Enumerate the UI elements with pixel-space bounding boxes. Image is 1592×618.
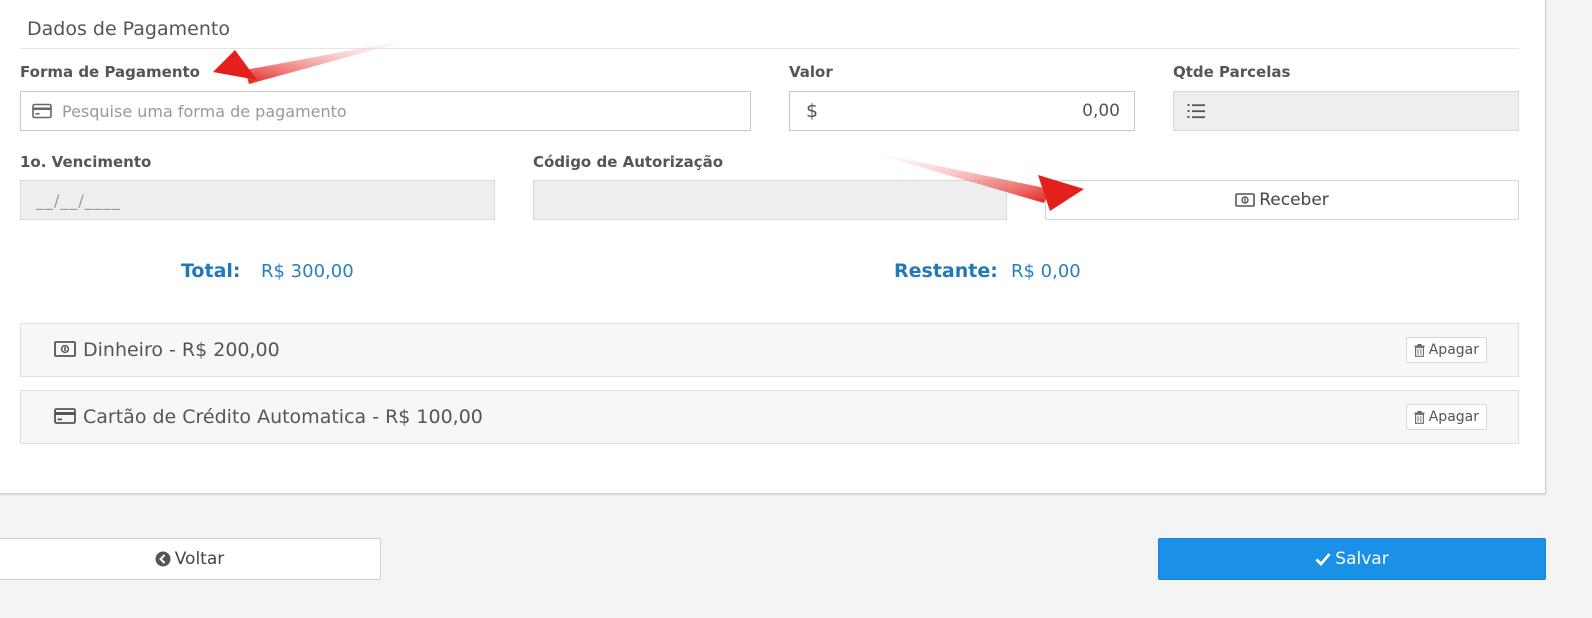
forma-pagamento-input[interactable]: Pesquise uma forma de pagamento — [20, 91, 751, 131]
delete-button[interactable]: Apagar — [1405, 404, 1487, 430]
trash-icon — [1414, 343, 1425, 357]
autorizacao-label: Código de Autorização — [533, 153, 724, 171]
voltar-button[interactable]: Voltar — [0, 538, 381, 580]
restante-value: R$ 0,00 — [1011, 261, 1081, 282]
delete-button[interactable]: Apagar — [1405, 337, 1487, 363]
parcelas-input[interactable] — [1173, 91, 1519, 131]
receber-button[interactable]: Receber — [1045, 180, 1519, 220]
valor-input[interactable]: $ 0,00 — [789, 91, 1135, 131]
money-icon — [54, 341, 76, 357]
check-icon — [1315, 552, 1331, 566]
payment-item-text: Dinheiro - R$ 200,00 — [83, 339, 280, 361]
vencimento-placeholder: __/__/____ — [36, 190, 121, 210]
trash-icon — [1414, 410, 1425, 424]
receber-label: Receber — [1259, 190, 1329, 210]
section-divider — [20, 48, 1519, 49]
payment-item-cartao: Cartão de Crédito Automatica - R$ 100,00… — [20, 390, 1519, 444]
vencimento-label: 1o. Vencimento — [20, 153, 152, 171]
payment-item-dinheiro: Dinheiro - R$ 200,00 Apagar — [20, 323, 1519, 377]
vencimento-input[interactable]: __/__/____ — [20, 180, 495, 220]
payment-item-text: Cartão de Crédito Automatica - R$ 100,00 — [83, 406, 483, 428]
restante-label: Restante: — [894, 260, 998, 282]
forma-pagamento-label: Forma de Pagamento — [20, 63, 200, 81]
valor-label: Valor — [789, 63, 833, 81]
delete-label: Apagar — [1428, 342, 1479, 358]
salvar-button[interactable]: Salvar — [1158, 538, 1546, 580]
credit-card-icon — [32, 103, 52, 119]
valor-value: 0,00 — [1082, 101, 1120, 121]
arrow-circle-left-icon — [155, 551, 171, 567]
autorizacao-input[interactable] — [533, 180, 1007, 220]
salvar-label: Salvar — [1335, 549, 1389, 569]
forma-pagamento-placeholder: Pesquise uma forma de pagamento — [62, 101, 347, 121]
currency-prefix: $ — [806, 100, 819, 122]
total-label: Total: — [181, 260, 241, 282]
total-value: R$ 300,00 — [261, 261, 354, 282]
money-icon — [1235, 193, 1256, 207]
credit-card-icon — [54, 408, 76, 424]
delete-label: Apagar — [1428, 409, 1479, 425]
voltar-label: Voltar — [174, 549, 225, 569]
parcelas-label: Qtde Parcelas — [1173, 63, 1291, 81]
section-title: Dados de Pagamento — [27, 18, 230, 40]
list-ol-icon — [1186, 102, 1206, 120]
payment-panel: Dados de Pagamento Forma de Pagamento Pe… — [0, 0, 1546, 494]
